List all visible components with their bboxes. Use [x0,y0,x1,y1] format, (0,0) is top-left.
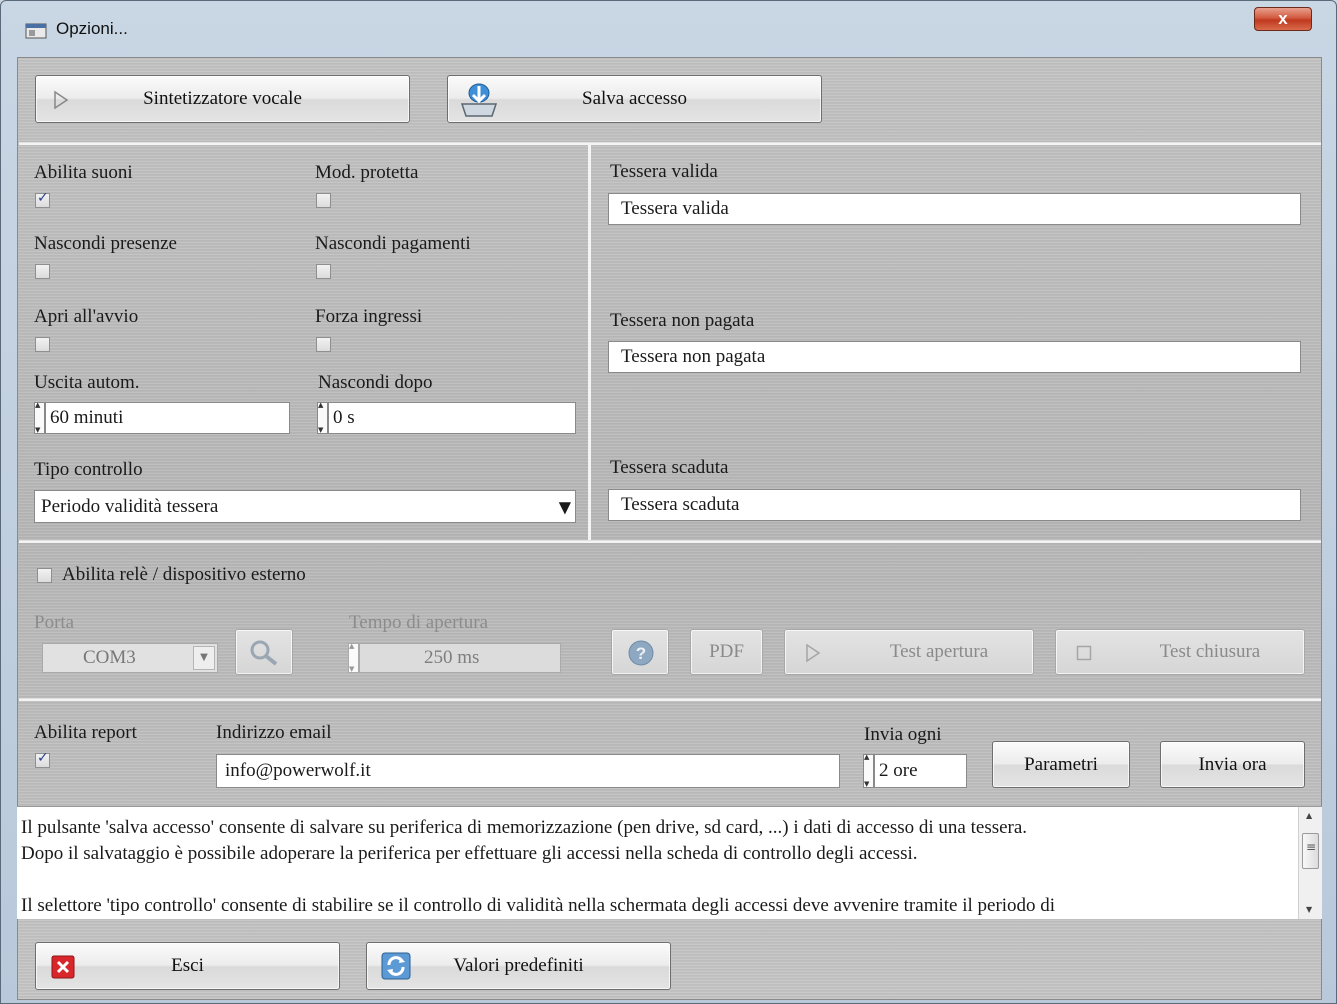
nascondi-pagamenti-checkbox[interactable] [316,264,331,279]
email-value: info@powerwolf.it [225,760,371,781]
tessera-non-pagata-field[interactable]: Tessera non pagata [608,341,1301,373]
porta-value: COM3 [83,647,136,668]
email-field[interactable]: info@powerwolf.it [216,754,840,788]
search-icon [250,640,278,666]
abilita-suoni-label: Abilita suoni [34,162,133,183]
parametri-label: Parametri [1024,753,1098,775]
parametri-button[interactable]: Parametri [992,741,1130,788]
nascondi-dopo-field[interactable]: 0 s [328,402,576,434]
valori-predefiniti-button[interactable]: Valori predefiniti [366,942,671,990]
abilita-rele-checkbox[interactable] [37,568,52,583]
tessera-non-pagata-value: Tessera non pagata [621,346,766,367]
speech-synth-label: Sintetizzatore vocale [143,88,302,109]
apri-avvio-label: Apri all'avvio [34,306,139,327]
help-text: Il pulsante 'salva accesso' consente di … [21,815,1291,919]
save-access-label: Salva accesso [582,88,687,109]
help-text-area[interactable]: Il pulsante 'salva accesso' consente di … [17,806,1322,919]
invia-ogni-field[interactable]: 2 ore [874,754,967,788]
help-line: Il selettore 'tipo controllo' consente d… [21,895,1056,916]
nascondi-presenze-label: Nascondi presenze [34,233,177,254]
tessera-scaduta-field[interactable]: Tessera scaduta [608,489,1301,521]
uscita-autom-value: 60 minuti [50,407,124,428]
test-apertura-label: Test apertura [889,641,989,662]
tempo-apertura-value: 250 ms [424,647,480,668]
nascondi-presenze-checkbox[interactable] [35,264,50,279]
tempo-apertura-label: Tempo di apertura [349,612,489,633]
mod-protetta-checkbox[interactable] [316,193,331,208]
help-line [21,867,1291,893]
uscita-autom-label: Uscita autom. [34,372,140,393]
search-port-button[interactable] [235,629,293,675]
speech-synth-button[interactable]: Sintetizzatore vocale [35,75,410,123]
save-access-button[interactable]: Salva accesso [447,75,822,123]
vertical-scrollbar[interactable]: ▲ ▼ [1298,807,1322,919]
help-line: Il pulsante 'salva accesso' consente di … [21,817,1028,838]
esci-label: Esci [171,955,204,976]
esci-button[interactable]: Esci [35,942,340,990]
window-title: Opzioni... [56,19,128,38]
tipo-controllo-value: Periodo validità tessera [41,495,219,517]
porta-label: Porta [34,612,75,633]
tempo-apertura-spinner[interactable] [348,642,359,673]
uscita-autom-spinner[interactable] [34,401,45,434]
app-icon [25,23,47,39]
svg-text:?: ? [636,644,646,663]
separator [19,698,1321,701]
help-button[interactable]: ? [611,629,669,675]
separator [588,144,591,541]
abilita-rele-label: Abilita relè / dispositivo esterno [62,564,306,585]
dropdown-arrow-icon: ▼ [558,497,571,516]
nascondi-pagamenti-label: Nascondi pagamenti [315,233,471,254]
tessera-valida-label: Tessera valida [610,161,718,182]
help-icon: ? [628,640,654,666]
tessera-non-pagata-label: Tessera non pagata [610,310,755,331]
tessera-scaduta-label: Tessera scaduta [610,457,729,478]
scroll-thumb[interactable] [1302,833,1319,869]
abilita-report-label: Abilita report [34,722,137,743]
valori-predefiniti-label: Valori predefiniti [453,955,584,976]
dropdown-arrow-icon: ▼ [193,646,215,670]
invia-ogni-label: Invia ogni [864,724,942,745]
email-label: Indirizzo email [216,722,332,743]
tipo-controllo-select[interactable]: Periodo validità tessera ▼ [34,490,576,523]
tempo-apertura-field[interactable]: 250 ms [359,643,561,673]
test-apertura-button[interactable]: Test apertura [784,629,1034,675]
porta-select[interactable]: COM3 ▼ [42,643,218,673]
invia-ogni-value: 2 ore [879,760,918,781]
test-chiusura-button[interactable]: Test chiusura [1055,629,1305,675]
nascondi-dopo-value: 0 s [333,407,355,428]
pdf-label: PDF [709,641,744,662]
test-chiusura-label: Test chiusura [1159,641,1261,662]
abilita-report-checkbox[interactable] [35,750,50,768]
invia-ora-button[interactable]: Invia ora [1160,741,1305,788]
separator [19,540,1321,543]
apri-avvio-checkbox[interactable] [35,337,50,352]
options-window: Opzioni... x Sintetizzatore vocale Salva… [0,0,1337,1004]
title-bar[interactable]: Opzioni... x [1,1,1336,57]
abilita-suoni-checkbox[interactable] [35,190,50,208]
tessera-valida-field[interactable]: Tessera valida [608,193,1301,225]
close-button[interactable]: x [1254,7,1312,31]
tipo-controllo-label: Tipo controllo [34,459,143,480]
nascondi-dopo-spinner[interactable] [317,401,328,434]
mod-protetta-label: Mod. protetta [315,162,419,183]
invia-ogni-spinner[interactable] [863,753,874,788]
uscita-autom-field[interactable]: 60 minuti [45,402,290,434]
separator [19,142,1321,145]
forza-ingressi-checkbox[interactable] [316,337,331,352]
help-line: Dopo il salvataggio è possibile adoperar… [21,843,918,864]
scroll-up-icon[interactable]: ▲ [1306,811,1312,820]
forza-ingressi-label: Forza ingressi [315,306,423,327]
invia-ora-label: Invia ora [1198,753,1267,775]
scroll-down-icon[interactable]: ▼ [1306,905,1312,914]
tessera-valida-value: Tessera valida [621,198,729,219]
tessera-scaduta-value: Tessera scaduta [621,494,740,515]
nascondi-dopo-label: Nascondi dopo [318,372,433,393]
pdf-button[interactable]: PDF [690,629,763,675]
